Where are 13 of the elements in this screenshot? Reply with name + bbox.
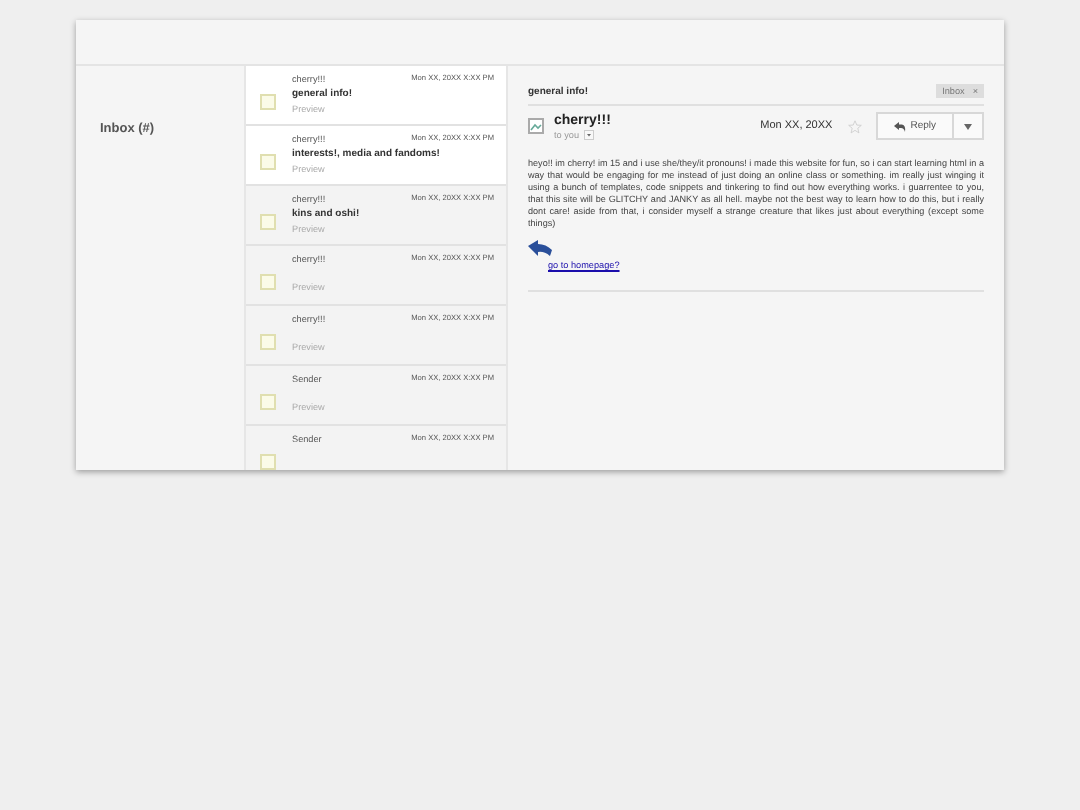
checkbox[interactable] (260, 274, 276, 290)
checkbox[interactable] (260, 334, 276, 350)
checkbox[interactable] (260, 394, 276, 410)
arrow-left-icon (528, 240, 552, 259)
checkbox[interactable] (260, 454, 276, 470)
recipient-dropdown[interactable] (583, 129, 594, 139)
caret-icon (964, 123, 972, 129)
broken-image-icon (528, 118, 544, 134)
reply-arrow-icon (894, 121, 907, 131)
checkbox[interactable] (260, 94, 276, 110)
checkbox[interactable] (260, 154, 276, 170)
checkbox[interactable] (260, 214, 276, 230)
star-icon[interactable] (848, 119, 863, 133)
